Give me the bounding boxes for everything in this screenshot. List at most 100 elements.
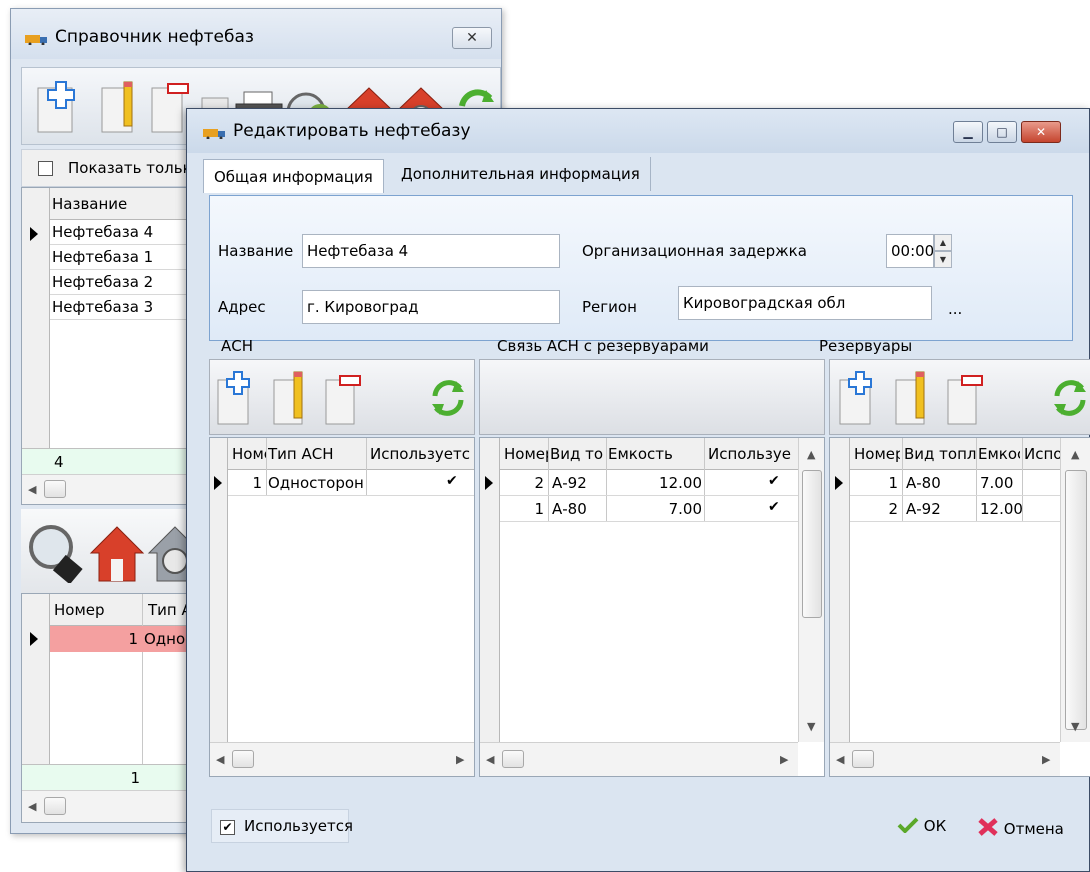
cell-number: 1 bbox=[888, 474, 898, 492]
cell-fuel: А-92 bbox=[552, 474, 587, 492]
show-only-checkbox[interactable] bbox=[38, 161, 53, 176]
used-checkbox-group[interactable]: ✔ Используется bbox=[211, 809, 353, 843]
used-checkbox[interactable]: ✔ bbox=[768, 473, 780, 489]
cell-fuel: А-80 bbox=[552, 500, 587, 518]
delete-icon[interactable] bbox=[946, 370, 986, 426]
table-row[interactable]: 1 Односторон ✔ bbox=[228, 470, 474, 496]
address-label: Адрес bbox=[218, 298, 266, 316]
scroll-thumb[interactable] bbox=[232, 750, 254, 768]
column-header-number[interactable]: Номер bbox=[854, 445, 900, 463]
close-button[interactable]: ✕ bbox=[452, 27, 492, 49]
vertical-scrollbar[interactable]: ▲ ▼ bbox=[798, 438, 824, 742]
scroll-right-icon[interactable]: ▶ bbox=[780, 753, 788, 766]
tab-general[interactable]: Общая информация bbox=[203, 159, 384, 193]
scroll-left-icon[interactable]: ◀ bbox=[216, 753, 224, 766]
column-header-number[interactable]: Номер bbox=[504, 445, 548, 463]
cell-number: 2 bbox=[888, 500, 898, 518]
scroll-thumb[interactable] bbox=[44, 797, 66, 815]
ok-label: ОК bbox=[923, 817, 947, 835]
horizontal-scrollbar[interactable]: ◀ ▶ bbox=[830, 742, 1060, 776]
add-icon[interactable] bbox=[838, 370, 878, 426]
used-checkbox[interactable]: ✔ bbox=[768, 499, 780, 515]
scroll-left-icon[interactable]: ◀ bbox=[836, 753, 844, 766]
horizontal-scrollbar[interactable]: ◀ ▶ bbox=[480, 742, 798, 776]
column-header-name[interactable]: Название bbox=[52, 195, 127, 213]
column-header-used[interactable]: Испо bbox=[1024, 445, 1060, 463]
edit-icon[interactable] bbox=[894, 370, 934, 426]
cell-number: 1 bbox=[252, 474, 262, 492]
column-header-fuel[interactable]: Вид то bbox=[550, 445, 604, 463]
row-name: Нефтебаза 3 bbox=[52, 298, 154, 316]
ok-button[interactable]: ОК bbox=[897, 817, 946, 835]
cell-fuel: А-80 bbox=[906, 474, 941, 492]
column-header-number[interactable]: Номе bbox=[232, 445, 266, 463]
horizontal-scrollbar[interactable]: ◀ ▶ bbox=[210, 742, 474, 776]
add-icon[interactable] bbox=[216, 370, 256, 426]
row-name: Нефтебаза 1 bbox=[52, 248, 154, 266]
table-row[interactable]: 1 А-80 7.00 bbox=[850, 470, 1060, 496]
scroll-thumb[interactable] bbox=[44, 480, 66, 498]
scroll-right-icon[interactable]: ▶ bbox=[1042, 753, 1050, 766]
close-button[interactable]: ✕ bbox=[1021, 121, 1061, 143]
tanks-toolbar bbox=[829, 359, 1090, 435]
scroll-left-icon[interactable]: ◀ bbox=[28, 800, 36, 813]
address-field[interactable]: г. Кировоград bbox=[302, 290, 560, 324]
spin-down-icon[interactable]: ▼ bbox=[934, 251, 952, 268]
delay-field[interactable]: 00:00 bbox=[886, 234, 934, 268]
column-header-capacity[interactable]: Емкость bbox=[608, 445, 702, 463]
scroll-up-icon[interactable]: ▲ bbox=[807, 448, 815, 461]
scroll-down-icon[interactable]: ▼ bbox=[1071, 720, 1079, 733]
region-browse-button[interactable]: ... bbox=[948, 300, 962, 318]
general-info-panel: Название Нефтебаза 4 Адрес г. Кировоград… bbox=[209, 195, 1073, 341]
grid-header: Номер Вид то Емкость Используе bbox=[480, 438, 798, 470]
table-row[interactable]: 2 А-92 12.00 bbox=[850, 496, 1060, 522]
scroll-thumb[interactable] bbox=[852, 750, 874, 768]
ach-grid: Номе Тип АСН Используетс 1 Односторон ✔ … bbox=[209, 437, 475, 777]
check-icon bbox=[897, 817, 919, 834]
delete-icon[interactable] bbox=[324, 370, 364, 426]
cell-capacity: 7.00 bbox=[980, 474, 1014, 492]
row-count: 1 bbox=[130, 769, 140, 787]
used-checkbox[interactable]: ✔ bbox=[220, 820, 235, 835]
scroll-thumb[interactable] bbox=[502, 750, 524, 768]
maximize-button[interactable]: □ bbox=[987, 121, 1017, 143]
column-header-capacity[interactable]: Емкос bbox=[978, 445, 1020, 463]
scroll-down-icon[interactable]: ▼ bbox=[807, 720, 815, 733]
spin-up-icon[interactable]: ▲ bbox=[934, 234, 952, 251]
table-row[interactable]: 2 А-92 12.00 ✔ bbox=[500, 470, 798, 496]
column-header-used[interactable]: Используетс bbox=[370, 445, 472, 463]
used-checkbox[interactable]: ✔ bbox=[446, 473, 458, 489]
search-icon[interactable] bbox=[27, 523, 83, 583]
column-header-type[interactable]: Тип АСН bbox=[268, 445, 364, 463]
column-header-used[interactable]: Используе bbox=[708, 445, 796, 463]
table-row[interactable]: 1 А-80 7.00 ✔ bbox=[500, 496, 798, 522]
cross-icon bbox=[978, 818, 998, 836]
tanks-grid: Номер Вид топл Емкос Испо 1 А-80 7.00 2 … bbox=[829, 437, 1090, 777]
delay-label: Организационная задержка bbox=[582, 242, 807, 260]
window-title: Справочник нефтебаз bbox=[55, 27, 254, 47]
refresh-icon[interactable] bbox=[430, 378, 466, 418]
home-icon[interactable] bbox=[89, 523, 145, 583]
column-header-fuel[interactable]: Вид топл bbox=[904, 445, 976, 463]
scroll-thumb[interactable] bbox=[802, 470, 822, 618]
scroll-up-icon[interactable]: ▲ bbox=[1071, 448, 1079, 461]
show-only-label: Показать только bbox=[68, 159, 201, 177]
scroll-right-icon[interactable]: ▶ bbox=[456, 753, 464, 766]
region-field[interactable]: Кировоградская обл bbox=[678, 286, 932, 320]
refresh-icon[interactable] bbox=[1052, 378, 1088, 418]
minimize-button[interactable]: ▁ bbox=[953, 121, 983, 143]
edit-icon[interactable] bbox=[100, 80, 142, 134]
scroll-thumb[interactable] bbox=[1065, 470, 1087, 730]
tab-additional[interactable]: Дополнительная информация bbox=[391, 157, 651, 191]
column-header-number[interactable]: Номер bbox=[54, 601, 105, 619]
scroll-left-icon[interactable]: ◀ bbox=[28, 483, 36, 496]
name-field[interactable]: Нефтебаза 4 bbox=[302, 234, 560, 268]
title-bar: Справочник нефтебаз bbox=[11, 9, 501, 59]
add-icon[interactable] bbox=[36, 80, 78, 134]
vertical-scrollbar[interactable]: ▲ ▼ bbox=[1060, 438, 1090, 742]
scroll-left-icon[interactable]: ◀ bbox=[486, 753, 494, 766]
current-row-indicator bbox=[485, 476, 493, 490]
grid-header: Номер Вид топл Емкос Испо bbox=[830, 438, 1060, 470]
edit-icon[interactable] bbox=[272, 370, 312, 426]
cancel-button[interactable]: Отмена bbox=[977, 817, 1064, 838]
